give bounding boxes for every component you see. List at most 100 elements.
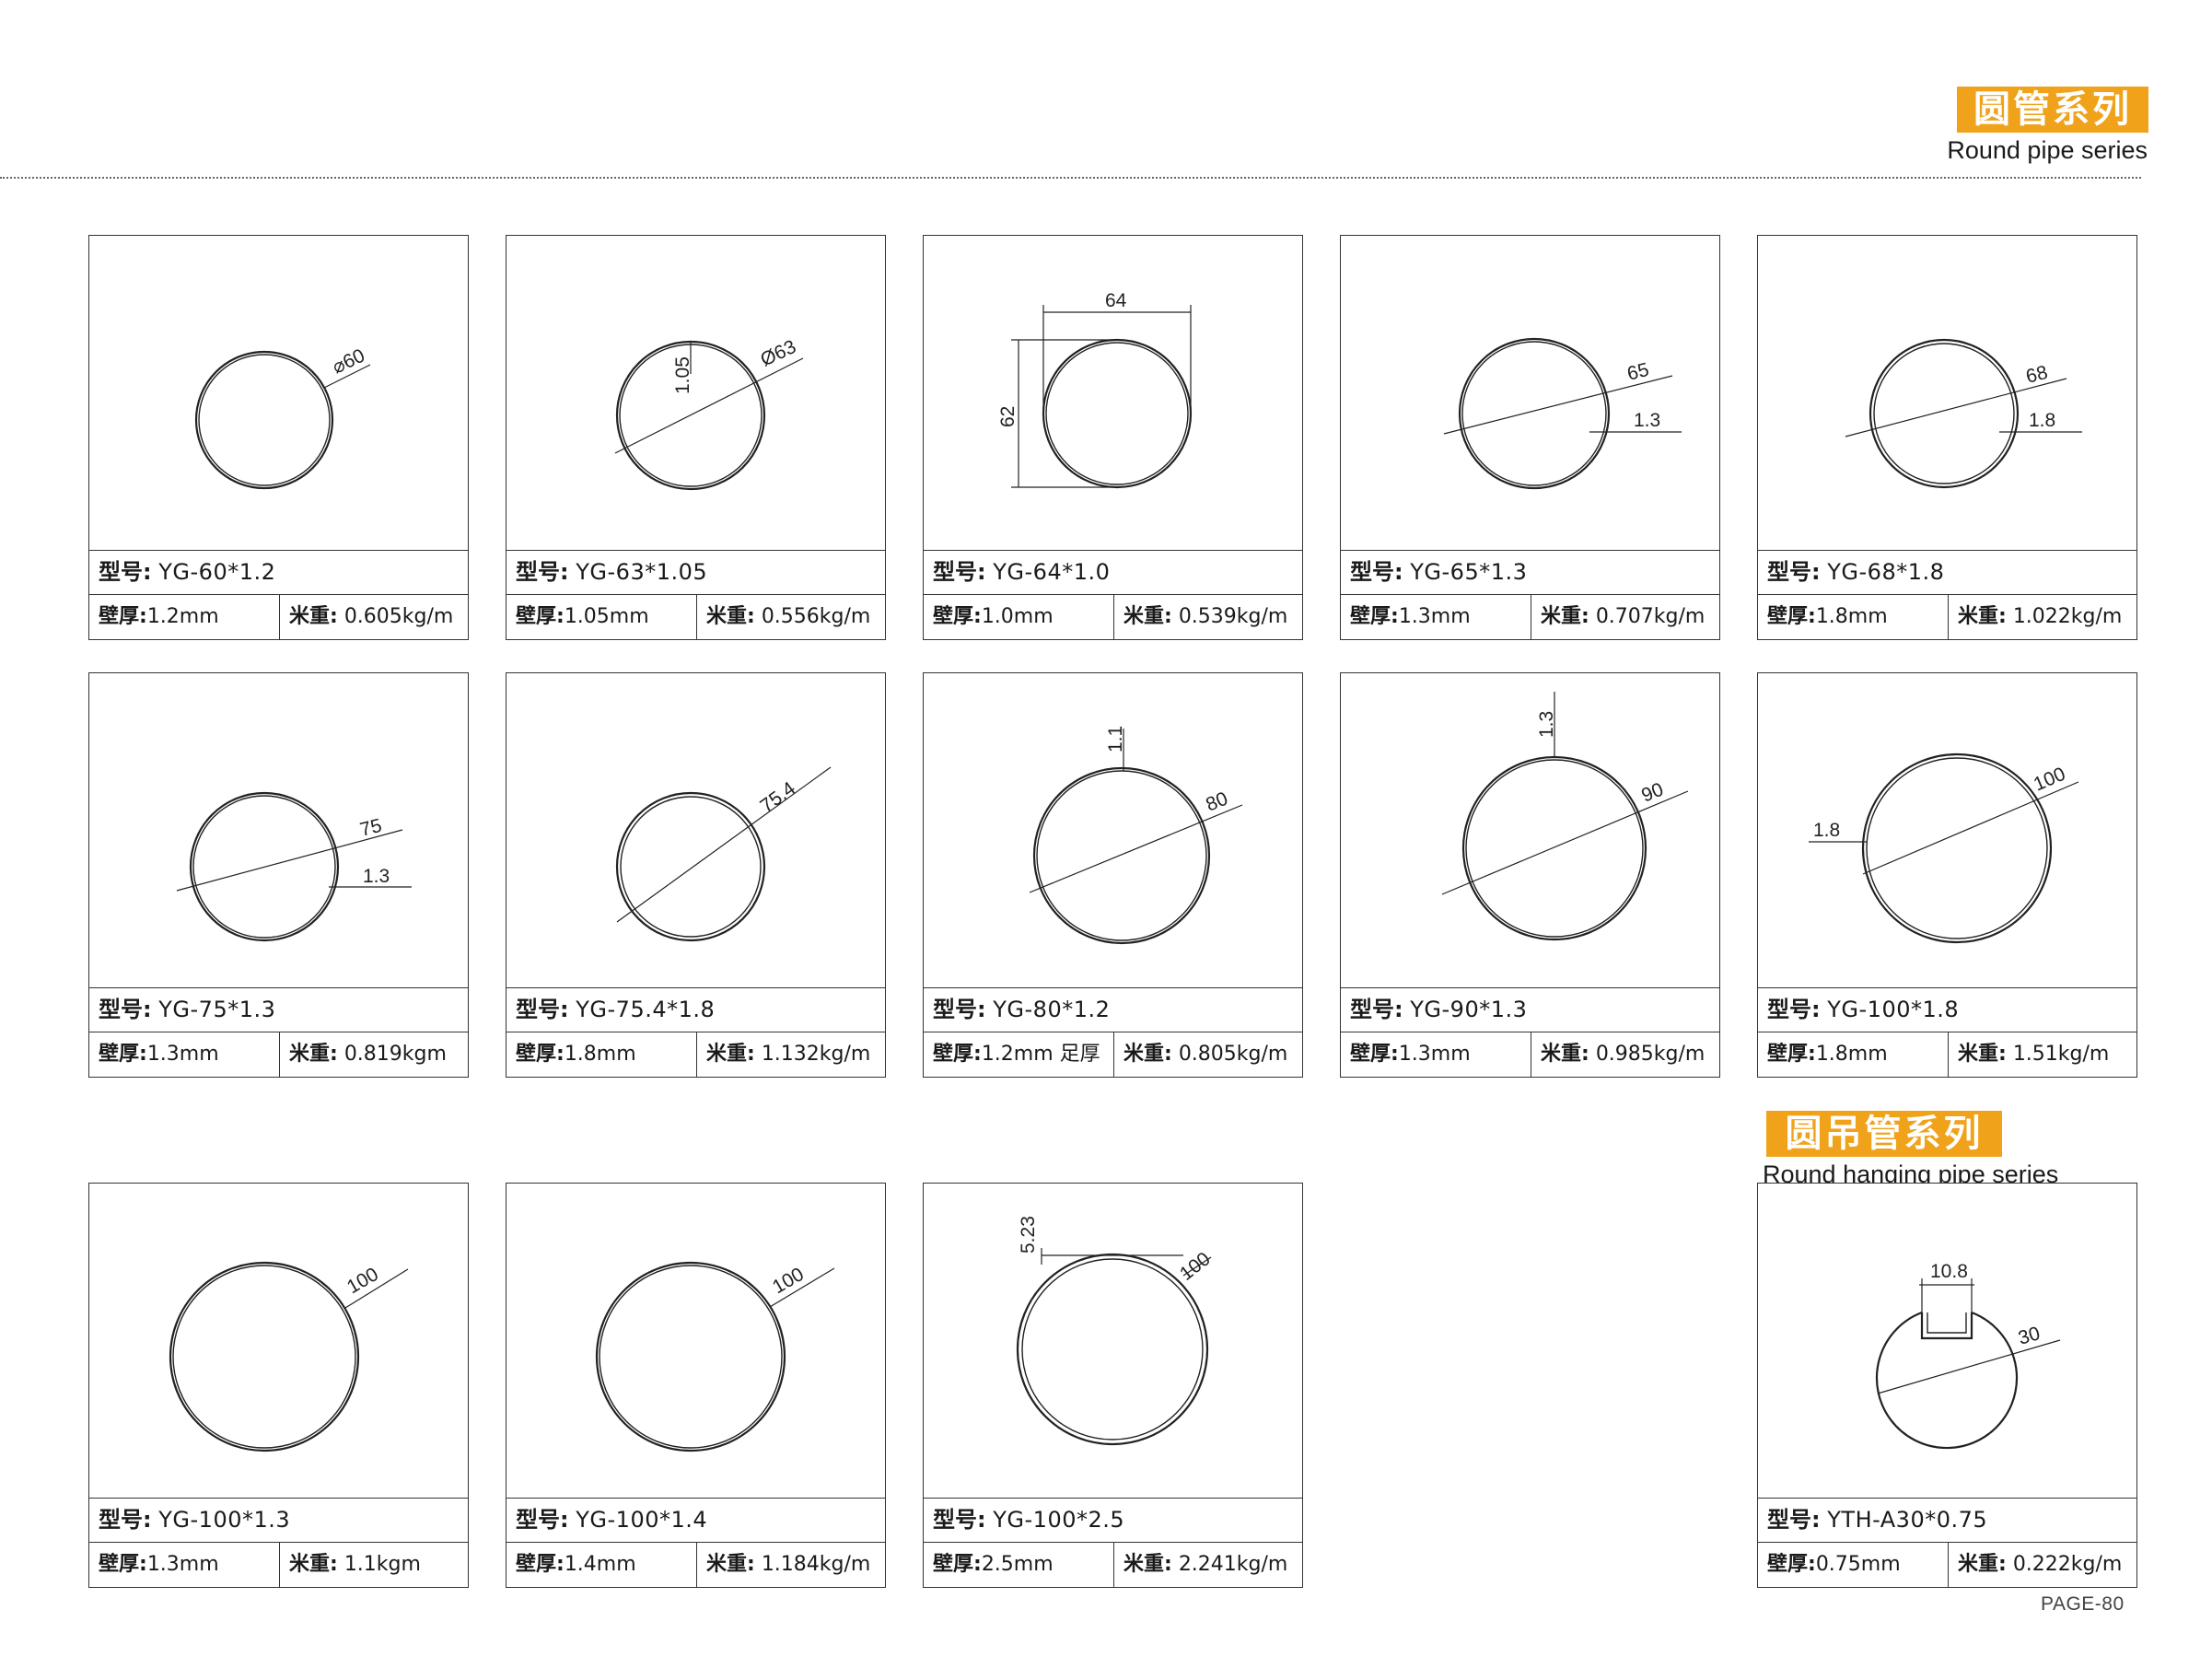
- pipe-drawing: 80 1.1: [1029, 726, 1243, 945]
- wall-value: 1.8mm: [1815, 605, 1888, 628]
- model-value: YG-100*2.5: [993, 1507, 1125, 1533]
- wall-value: 1.2mm 足厚: [981, 1043, 1100, 1066]
- wall-value: 1.3mm: [1398, 1043, 1471, 1066]
- weight-value: 1.51kg/m: [2012, 1043, 2110, 1066]
- wall-value: 1.4mm: [564, 1553, 636, 1576]
- wall-value: 1.8mm: [1815, 1043, 1888, 1066]
- dim-label: 5.23: [1018, 1216, 1039, 1254]
- dim-label: 75.4: [756, 777, 799, 817]
- dim-label: 1.3: [363, 866, 390, 887]
- wall-label: 壁厚:: [1350, 1043, 1399, 1066]
- weight-label: 米重:: [1541, 605, 1589, 628]
- weight-value: 0.556kg/m: [761, 605, 871, 628]
- weight-label: 米重:: [1123, 1043, 1172, 1066]
- pipe-drawing: 65 1.3: [1443, 337, 1682, 490]
- model-label: 型号:: [516, 1507, 569, 1533]
- model-label: 型号:: [99, 559, 152, 585]
- wall-label: 壁厚:: [99, 605, 147, 628]
- weight-value: 0.539kg/m: [1178, 605, 1288, 628]
- weight-value: 1.022kg/m: [2012, 605, 2123, 628]
- model-value: YG-75.4*1.8: [576, 997, 716, 1022]
- pipe-drawing: 90 1.3: [1441, 692, 1689, 941]
- pipe-drawing: 100: [169, 1261, 409, 1452]
- weight-label: 米重:: [289, 1043, 338, 1066]
- weight-label: 米重:: [1123, 605, 1172, 628]
- model-value: YG-63*1.05: [576, 559, 708, 585]
- weight-value: 0.805kg/m: [1178, 1043, 1288, 1066]
- dim-label: 1.8: [2029, 410, 2055, 431]
- weight-label: 米重:: [706, 1553, 755, 1576]
- model-label: 型号:: [99, 997, 152, 1022]
- pipe-drawing: 100 1.8: [1809, 752, 2079, 944]
- weight-label: 米重:: [1958, 1553, 2007, 1576]
- wall-value: 1.3mm: [1398, 605, 1471, 628]
- hanging-series-title-badge: 圆吊管系列: [1766, 1111, 2002, 1157]
- weight-value: 0.222kg/m: [2012, 1553, 2123, 1576]
- weight-value: 1.1kgm: [343, 1553, 421, 1576]
- header-divider: [0, 177, 2141, 179]
- model-value: YG-100*1.8: [1827, 997, 1960, 1022]
- pipe-drawing: 75.4: [615, 766, 832, 942]
- page-number: PAGE-80: [2041, 1593, 2125, 1615]
- pipe-drawing: 100: [595, 1261, 835, 1452]
- model-value: YG-64*1.0: [993, 559, 1111, 585]
- dim-label: 100: [1176, 1248, 1215, 1285]
- wall-label: 壁厚:: [516, 1553, 565, 1576]
- product-card-yg-60: ⌀60 型号: YG-60*1.2 壁厚:1.2mm 米重: 0.605kg/m: [88, 235, 469, 640]
- model-value: YG-68*1.8: [1827, 559, 1945, 585]
- pipe-drawing: Ø63 1.05: [614, 336, 804, 491]
- wall-label: 壁厚:: [1767, 605, 1816, 628]
- series-title-badge: 圆管系列: [1957, 87, 2148, 133]
- wall-label: 壁厚:: [933, 1043, 982, 1066]
- pipe-drawing: 75 1.3: [176, 791, 412, 942]
- dim-label: 100: [2031, 764, 2068, 796]
- dim-label: 64: [1105, 290, 1127, 311]
- dim-label: 1.3: [1536, 711, 1557, 738]
- wall-label: 壁厚:: [933, 605, 982, 628]
- model-value: YG-75*1.3: [158, 997, 276, 1022]
- weight-value: 1.132kg/m: [761, 1043, 871, 1066]
- weight-label: 米重:: [706, 605, 755, 628]
- model-value: YG-80*1.2: [993, 997, 1111, 1022]
- dim-label: Ø63: [757, 336, 799, 371]
- model-value: YG-100*1.3: [158, 1507, 291, 1533]
- wall-value: 1.8mm: [564, 1043, 636, 1066]
- model-label: 型号:: [516, 559, 569, 585]
- model-value: YG-90*1.3: [1410, 997, 1528, 1022]
- weight-value: 1.184kg/m: [761, 1553, 871, 1576]
- weight-label: 米重:: [1958, 605, 2007, 628]
- wall-value: 1.3mm: [146, 1043, 219, 1066]
- product-card-yg-100-2-5: 5.23 100 型号: YG-100*2.5 壁厚:2.5mm 米重: 2.2…: [923, 1183, 1303, 1588]
- weight-value: 0.605kg/m: [343, 605, 454, 628]
- product-card-yth-a30: 10.8 30 型号: YTH-A30*0.75 壁厚:0.75mm 米重: 0…: [1757, 1183, 2137, 1588]
- product-card-yg-75-4: 75.4 型号: YG-75.4*1.8 壁厚:1.8mm 米重: 1.132k…: [506, 672, 886, 1078]
- product-card-yg-100-1-8: 100 1.8 型号: YG-100*1.8 壁厚:1.8mm 米重: 1.51…: [1757, 672, 2137, 1078]
- wall-value: 2.5mm: [981, 1553, 1054, 1576]
- product-card-yg-63: Ø63 1.05 型号: YG-63*1.05 壁厚:1.05mm 米重: 0.…: [506, 235, 886, 640]
- product-card-yg-100-1-4: 100 型号: YG-100*1.4 壁厚:1.4mm 米重: 1.184kg/…: [506, 1183, 886, 1588]
- weight-label: 米重:: [1123, 1553, 1172, 1576]
- dim-label: 100: [343, 1264, 382, 1298]
- product-card-yg-80: 80 1.1 型号: YG-80*1.2 壁厚:1.2mm 足厚 米重: 0.8…: [923, 672, 1303, 1078]
- model-label: 型号:: [933, 997, 986, 1022]
- product-card-yg-68: 68 1.8 型号: YG-68*1.8 壁厚:1.8mm 米重: 1.022k…: [1757, 235, 2137, 640]
- model-label: 型号:: [516, 997, 569, 1022]
- dim-label: 10.8: [1930, 1261, 1968, 1282]
- wall-label: 壁厚:: [1767, 1553, 1816, 1576]
- model-label: 型号:: [1767, 559, 1821, 585]
- product-card-yg-64: 64 62 型号: YG-64*1.0 壁厚:1.0mm 米重: 0.539kg…: [923, 235, 1303, 640]
- wall-value: 1.3mm: [146, 1553, 219, 1576]
- model-label: 型号:: [1767, 997, 1821, 1022]
- product-card-yg-65: 65 1.3 型号: YG-65*1.3 壁厚:1.3mm 米重: 0.707k…: [1340, 235, 1720, 640]
- wall-value: 1.0mm: [981, 605, 1054, 628]
- dim-label: 1.8: [1813, 820, 1840, 841]
- model-label: 型号:: [1350, 997, 1403, 1022]
- pipe-drawing: 10.8 30: [1875, 1261, 2061, 1450]
- wall-label: 壁厚:: [1767, 1043, 1816, 1066]
- weight-value: 0.985kg/m: [1595, 1043, 1706, 1066]
- weight-label: 米重:: [289, 1553, 338, 1576]
- wall-label: 壁厚:: [99, 1553, 147, 1576]
- product-card-yg-100-1-3: 100 型号: YG-100*1.3 壁厚:1.3mm 米重: 1.1kgm: [88, 1183, 469, 1588]
- wall-label: 壁厚:: [1350, 605, 1399, 628]
- model-value: YG-65*1.3: [1410, 559, 1528, 585]
